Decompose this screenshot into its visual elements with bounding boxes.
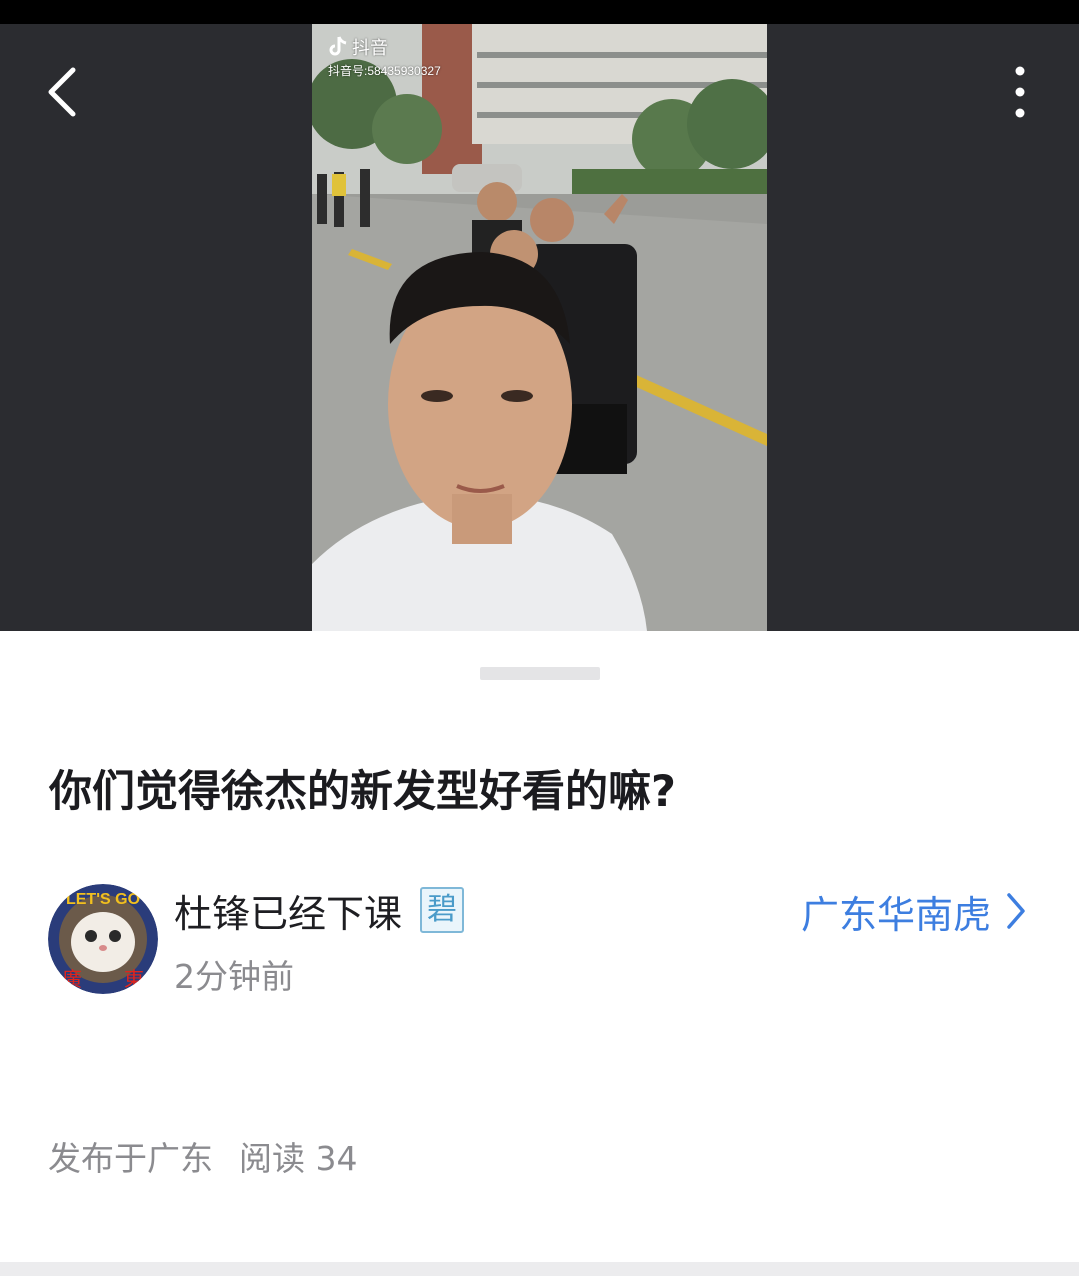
photo-illustration [312, 24, 767, 631]
post-meta: 发布于广东 阅读 34 [48, 1132, 357, 1180]
author-badge: 碧 [420, 887, 465, 933]
post-time: 2分钟前 [174, 957, 294, 996]
more-options-button[interactable] [994, 62, 1046, 122]
drag-handle[interactable] [480, 667, 600, 680]
watermark-user-id: 抖音号:58435930327 [328, 64, 441, 78]
video-watermark: 抖音 抖音号:58435930327 [328, 34, 441, 79]
svg-text:廣: 廣 [62, 967, 82, 991]
svg-text:東: 東 [124, 967, 144, 991]
tiktok-logo-icon [329, 36, 347, 56]
forum-link[interactable]: 广东华南虎 [801, 884, 1027, 938]
media-viewer: 抖音 抖音号:58435930327 [0, 24, 1079, 631]
published-location: 发布于广东 [48, 1139, 213, 1178]
post-image[interactable]: 抖音 抖音号:58435930327 [312, 24, 767, 631]
chevron-left-icon [48, 67, 76, 117]
author-name[interactable]: 杜锋已经下课 [174, 883, 402, 938]
author-info[interactable]: 杜锋已经下课 碧 [174, 883, 465, 938]
read-count: 阅读 34 [239, 1139, 358, 1178]
svg-text:LET'S GO: LET'S GO [66, 891, 140, 908]
status-bar [0, 0, 1079, 24]
watermark-app-name: 抖音 [352, 38, 388, 58]
author-avatar[interactable]: LET'S GO 廣 東 [48, 884, 158, 994]
more-vertical-icon [1015, 66, 1025, 118]
bottom-divider [0, 1262, 1079, 1276]
post-title: 你们觉得徐杰的新发型好看的嘛? [49, 767, 676, 817]
forum-name[interactable]: 广东华南虎 [801, 884, 991, 939]
back-button[interactable] [34, 64, 90, 120]
avatar-image: LET'S GO 廣 東 [48, 884, 158, 994]
chevron-right-icon [1007, 893, 1025, 929]
